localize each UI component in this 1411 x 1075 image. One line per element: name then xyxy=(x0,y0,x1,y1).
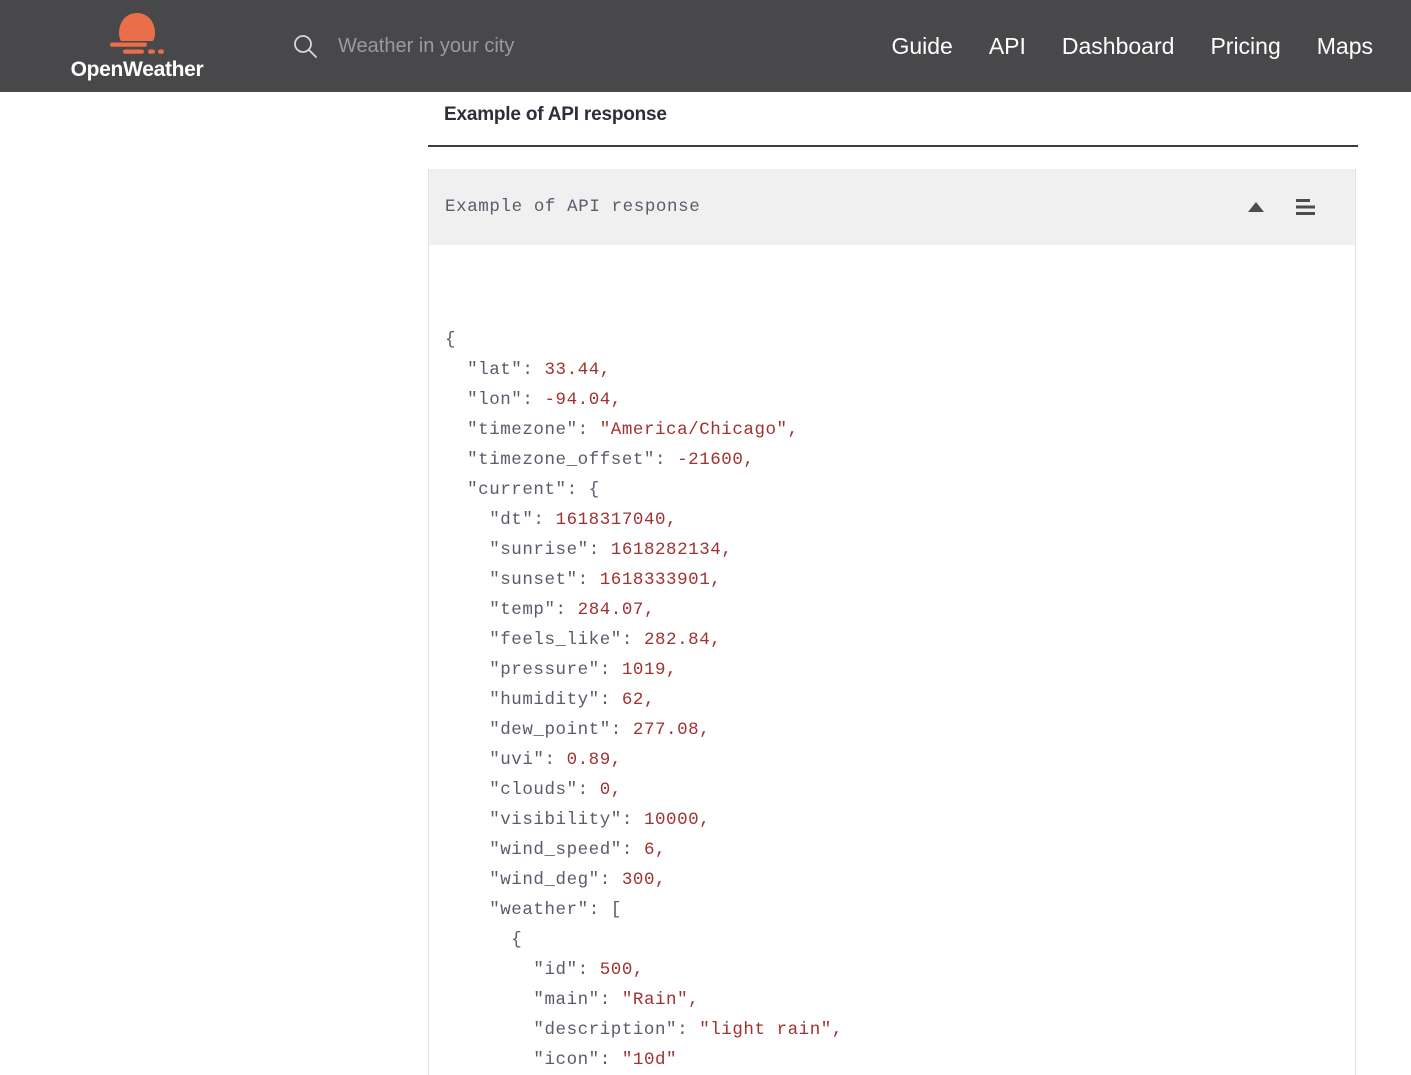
code-block-header: Example of API response xyxy=(429,169,1355,245)
title-divider xyxy=(428,145,1358,147)
nav-links: Guide API Dashboard Pricing Maps xyxy=(891,33,1373,60)
brand-name-label: OpenWeather xyxy=(70,57,204,81)
json-code: { "lat": 33.44, "lon": -94.04, "timezone… xyxy=(445,330,843,1070)
nav-link-guide[interactable]: Guide xyxy=(891,33,952,60)
sun-cloud-logo-icon xyxy=(110,12,164,54)
search-box[interactable]: Weather in your city xyxy=(292,26,514,66)
page-title: Example of API response xyxy=(444,104,667,125)
code-block-body[interactable]: { "lat": 33.44, "lon": -94.04, "timezone… xyxy=(429,245,1355,1075)
code-block-title: Example of API response xyxy=(445,197,701,217)
nav-link-maps[interactable]: Maps xyxy=(1317,33,1373,60)
nav-link-pricing[interactable]: Pricing xyxy=(1210,33,1280,60)
search-icon xyxy=(294,35,317,58)
brand-logo[interactable]: OpenWeather xyxy=(62,11,212,82)
api-response-code-block: Example of API response { "lat": 33.44, … xyxy=(428,169,1356,1075)
search-input[interactable]: Weather in your city xyxy=(338,35,514,58)
top-navigation-bar: OpenWeather Weather in your city Guide A… xyxy=(0,0,1411,92)
main-content: Example of API response Example of API r… xyxy=(428,92,1358,1075)
nav-link-dashboard[interactable]: Dashboard xyxy=(1062,33,1175,60)
nav-link-api[interactable]: API xyxy=(989,33,1026,60)
triangle-up-icon[interactable] xyxy=(1245,196,1267,218)
hamburger-menu-icon[interactable] xyxy=(1293,196,1317,218)
code-block-actions xyxy=(1245,196,1317,218)
